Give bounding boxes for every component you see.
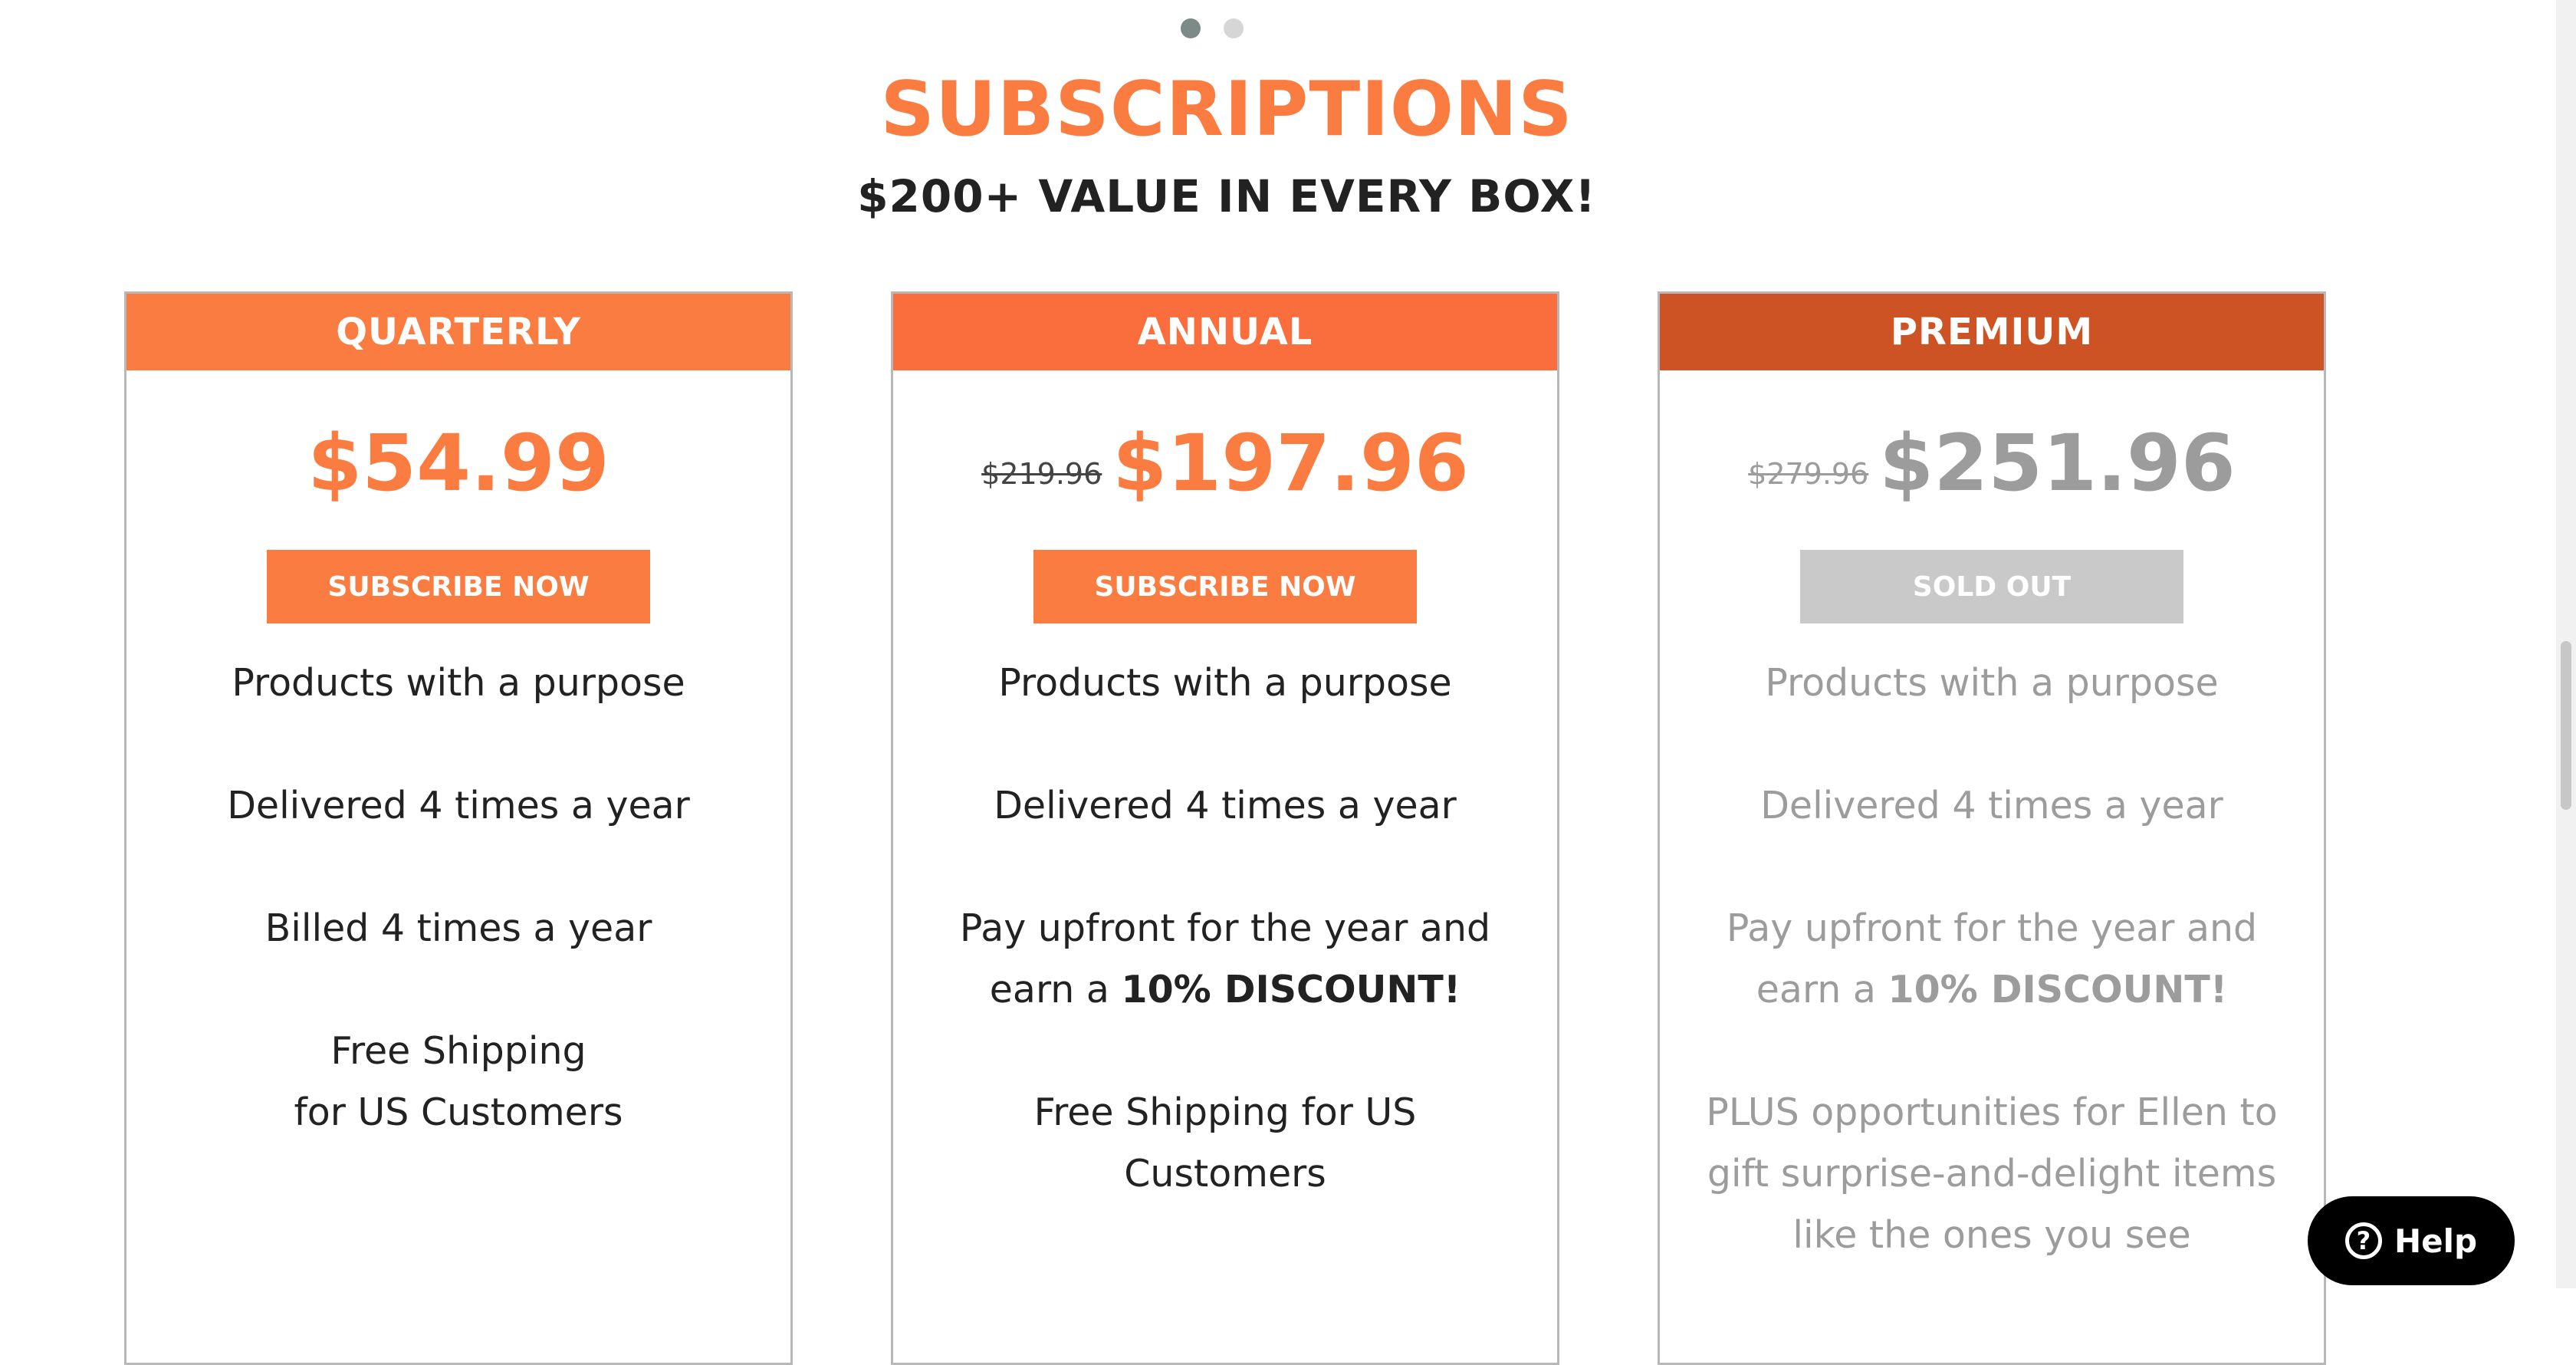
- plan-header-premium: PREMIUM: [1660, 294, 2324, 370]
- price-row: $279.96 $251.96: [1660, 418, 2324, 509]
- feature-list: Products with a purpose Delivered 4 time…: [893, 653, 1557, 1205]
- feature-list: Products with a purpose Delivered 4 time…: [1660, 653, 2324, 1266]
- scrollbar-thumb[interactable]: [2561, 641, 2571, 810]
- price-row: $54.99: [127, 418, 790, 509]
- feature-item-discount: Pay upfront for the year and earn a 10% …: [1716, 898, 2268, 1021]
- feature-item: Delivered 4 times a year: [227, 784, 690, 827]
- feature-item: Products with a purpose: [998, 661, 1452, 705]
- feature-item: Products with a purpose: [232, 661, 685, 705]
- feature-item: Free Shipping for US Customers: [1033, 1090, 1417, 1196]
- subscribe-now-button-annual[interactable]: SUBSCRIBE NOW: [1033, 550, 1417, 623]
- feature-item: Products with a purpose: [1765, 661, 2219, 705]
- discount-text: 10% DISCOUNT!: [1121, 968, 1461, 1011]
- feature-item: Delivered 4 times a year: [1760, 784, 2223, 827]
- plan-price: $251.96: [1879, 417, 2236, 509]
- plan-price: $197.96: [1112, 417, 1469, 509]
- carousel-dot-2[interactable]: [1224, 18, 1244, 38]
- original-price: $219.96: [981, 457, 1102, 491]
- plan-card-annual: ANNUAL $219.96 $197.96 SUBSCRIBE NOW Pro…: [891, 291, 1559, 1365]
- plan-card-quarterly: QUARTERLY $54.99 SUBSCRIBE NOW Products …: [124, 291, 793, 1365]
- help-button[interactable]: ? Help: [2308, 1196, 2515, 1285]
- feature-item: Billed 4 times a year: [264, 906, 652, 950]
- plan-header-annual: ANNUAL: [893, 294, 1557, 370]
- original-price: $279.96: [1748, 457, 1869, 491]
- price-row: $219.96 $197.96: [893, 418, 1557, 509]
- discount-text: 10% DISCOUNT!: [1888, 968, 2228, 1011]
- question-circle-icon: ?: [2344, 1222, 2382, 1259]
- feature-item: PLUS opportunities for Ellen to gift sur…: [1706, 1090, 2278, 1257]
- subscribe-now-button-quarterly[interactable]: SUBSCRIBE NOW: [267, 550, 650, 623]
- plan-price: $54.99: [307, 417, 610, 509]
- help-label: Help: [2394, 1222, 2478, 1260]
- carousel-dots: [1181, 18, 1244, 38]
- plan-header-quarterly: QUARTERLY: [127, 294, 790, 370]
- feature-list: Products with a purpose Delivered 4 time…: [127, 653, 790, 1143]
- sold-out-button-premium: SOLD OUT: [1800, 550, 2183, 623]
- plan-card-premium: PREMIUM $279.96 $251.96 SOLD OUT Product…: [1658, 291, 2326, 1365]
- feature-item-discount: Pay upfront for the year and earn a 10% …: [949, 898, 1501, 1021]
- carousel-dot-1[interactable]: [1181, 18, 1201, 38]
- section-title: SUBSCRIPTIONS: [880, 66, 1573, 153]
- feature-item: Delivered 4 times a year: [994, 784, 1457, 827]
- feature-item: Free Shipping for US Customers: [294, 1029, 623, 1134]
- section-subtitle: $200+ VALUE IN EVERY BOX!: [857, 170, 1596, 222]
- page-scrollbar[interactable]: [2556, 0, 2576, 1288]
